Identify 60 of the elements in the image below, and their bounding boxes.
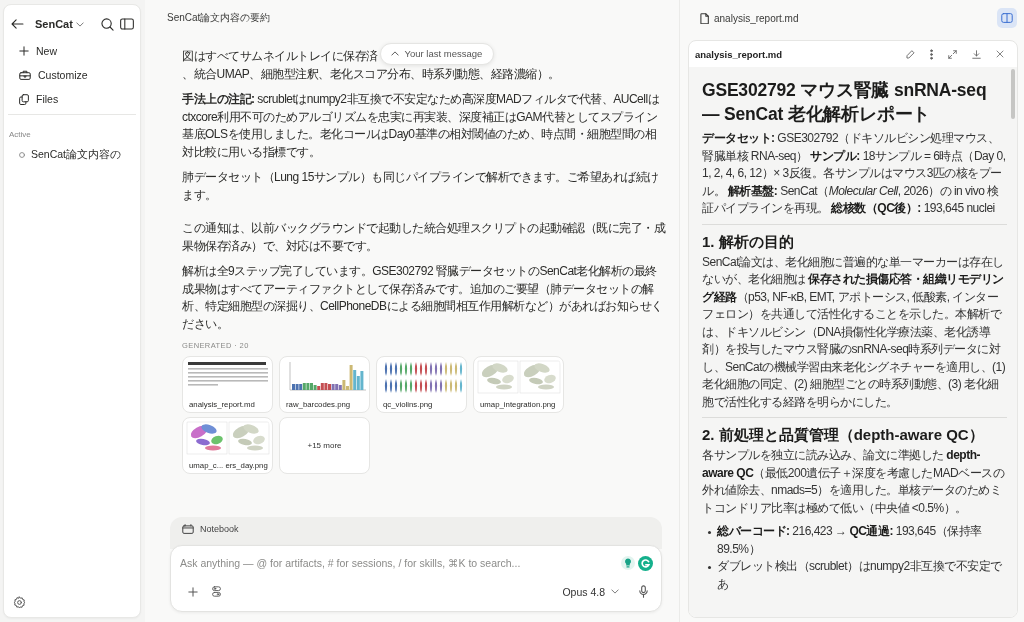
pencil-icon[interactable]	[906, 49, 915, 59]
close-icon[interactable]	[996, 50, 1004, 58]
section-label: Active	[9, 130, 31, 139]
last-message-button[interactable]: Your last message	[379, 42, 495, 65]
message-input[interactable]: Ask anything — @ for artifacts, # for sessions, / for skills, ⌘K to search...	[180, 554, 615, 572]
caret-up-icon	[390, 51, 399, 57]
pages-icon	[19, 93, 29, 105]
plus-icon[interactable]	[188, 586, 198, 597]
chevron-down-icon	[611, 589, 619, 594]
message-text: 解析は全9ステップ完了しています。GSE302792 腎臓データセットのSenCat老化解析の最終成果物はすべてアーティファクトとして保存済みです。追加のご要望（肺データセットの解析、特定細胞型の深掘り、CellPhoneDBによる細胞間相互作用解析など）があればお知らせください。	[182, 263, 664, 333]
new-button[interactable]: New	[8, 39, 136, 63]
message-text: 、統合UMAP、細胞型注釈、老化スコア分布、時系列動態、経路濃縮）。	[182, 65, 561, 83]
file-tab[interactable]: analysis_report.md	[700, 12, 799, 24]
scatter-plot-drawing	[477, 360, 519, 394]
sidebar-toggle-icon[interactable]	[120, 18, 134, 30]
back-arrow-icon[interactable]	[11, 19, 24, 29]
message-text: 図はすべてサムネイルトレイに保存済	[182, 49, 378, 63]
report-title: GSE302792 マウス腎臓 snRNA-seq — SenCat 老化解析レポート	[702, 79, 988, 126]
microphone-icon[interactable]	[639, 585, 648, 598]
notebook-icon	[182, 524, 194, 534]
bullet-icon	[708, 565, 711, 569]
lightbulb-icon[interactable]	[621, 556, 635, 570]
extension-logo-icon[interactable]	[638, 555, 653, 571]
expand-icon[interactable]	[948, 49, 957, 59]
list-item-text: ダブレット検出（scrublet）はnumpy2非互換で不安定であ	[717, 558, 1003, 593]
notebook-button[interactable]: Notebook	[182, 524, 239, 534]
scatter-plot-drawing	[228, 421, 270, 455]
scatter-plot-drawing	[186, 421, 228, 455]
status-ring-icon	[19, 152, 25, 158]
plus-icon	[19, 46, 29, 56]
split-view-icon	[1001, 13, 1013, 23]
toggles-icon[interactable]	[212, 586, 221, 597]
settings-icon[interactable]	[13, 596, 26, 609]
report-paragraph: SenCat論文は、老化細胞に普遍的な単一マーカーは存在しないが、老化細胞は 保存された損傷応答・組織リモデリング経路（p53, NF-κB, EMT, アポトーシス, 低酸素, インターフェロン）を共通して活性化することを示した。本解析では、ドキソルビシン（DNA損傷性化学療法薬、老化誘導剤）を投与したマウス腎臓のsnRNA-seq時系列データに対し、SenCatの機械学習由来老化シグネチャーを適用し、(1) 老化細胞の同定、(2) 細胞型ごとの時系列動態、(3) 老化細胞で活性化する経路を明らかにした。	[702, 253, 1007, 411]
conversation-title: SenCat論文内容の要約	[167, 11, 271, 25]
bullet-icon	[708, 530, 711, 534]
download-icon[interactable]	[972, 49, 981, 59]
more-artifacts-button[interactable]: +15 more	[279, 417, 370, 474]
session-item[interactable]: SenCat論文内容の	[8, 145, 136, 165]
toolbox-icon	[19, 70, 31, 80]
file-icon	[700, 12, 709, 24]
more-options-icon[interactable]	[930, 48, 933, 60]
report-paragraph: データセット: GSE302792（ドキソルビシン処理マウス、腎臓単核 RNA-seq） サンプル: 18サンプル = 6時点（Day 0, 1, 2, 4, 6, 12）× 3反復。各サンプルはマウス3匹の核をプール。 解析基盤: SenCat（Molecular Cell, 2026）の in vivo 検証パイプラインを再現。 総核数（QC後）: 193,645 nuclei	[702, 130, 1007, 217]
document-title: analysis_report.md	[695, 48, 783, 60]
section-heading: 1. 解析の目的	[702, 231, 795, 252]
list-item-text: 総バーコード: 216,423 → QC通過: 193,645（保持率 89.5%）	[717, 523, 983, 558]
report-paragraph: 各サンプルを独立に読み込み、論文に準拠した depth-aware QC（最低200遺伝子＋深度を考慮したMADベースの外れ値除去、nmads=5）を適用した。単核データのためミトコンドリア比率は極めて低い（中央値 <0.5%）。	[702, 447, 1006, 517]
chevron-down-icon	[75, 21, 84, 27]
files-button[interactable]: Files	[8, 87, 136, 111]
split-view-toggle[interactable]	[997, 8, 1017, 28]
customize-button[interactable]: Customize	[8, 63, 136, 87]
project-selector[interactable]: SenCat	[35, 18, 84, 30]
section-heading: 2. 前処理と品質管理（depth-aware QC）	[702, 425, 985, 445]
scatter-plot-drawing	[519, 360, 561, 394]
message-text: 手法上の注記: scrubletはnumpy2非互換で不安定なため高深度MADフィルタで代替、AUCellはctxcore利用不可のためアルゴリズムを忠実に再実装、深度補正はGAM代替としてスプライン基底OLSを使用しました。老化コールはDay0基準の相対閾値のため、時点間・細胞型間の相対比較に用いる指標です。	[182, 91, 661, 161]
message-text: 肺データセット（Lung 15サンプル）も同じパイプラインで解析できます。ご希望あれば続けます。	[182, 169, 660, 204]
search-icon[interactable]	[101, 17, 114, 31]
scrollbar-thumb[interactable]	[1011, 69, 1015, 119]
model-selector[interactable]: Opus 4.8	[562, 585, 619, 598]
message-text: この通知は、以前バックグラウンドで起動した統合処理スクリプトの起動確認（既に完了・成果物保存済み）で、対応は不要です。	[182, 220, 667, 255]
